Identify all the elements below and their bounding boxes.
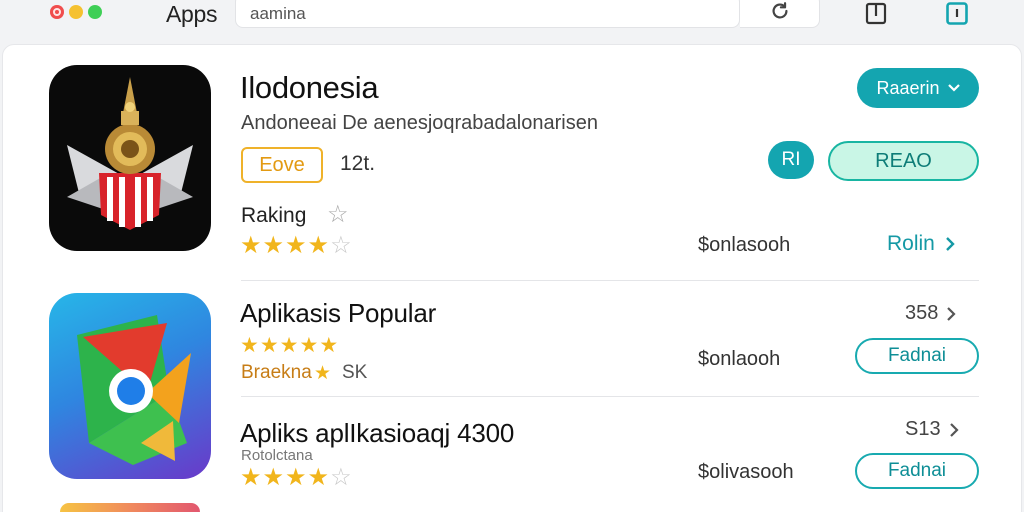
maximize-window-button[interactable] xyxy=(88,5,102,19)
divider xyxy=(241,280,979,281)
star-icon: ★ xyxy=(240,464,262,491)
section-meta-count: SK xyxy=(342,362,368,383)
category-badge: Eove xyxy=(241,147,323,183)
minimize-window-button[interactable] xyxy=(69,5,83,19)
ranking-label: Raking xyxy=(241,204,307,227)
star-icon: ★ xyxy=(259,334,279,357)
star-icon: ★ xyxy=(319,334,339,357)
app-title: Apps xyxy=(166,1,218,27)
chevron-right-icon xyxy=(946,237,955,251)
section-count-link[interactable]: 358 xyxy=(905,302,956,325)
share-icon[interactable] xyxy=(864,1,888,25)
featured-rating-stars: ★ ★ ★ ★ ☆ xyxy=(240,234,352,258)
featured-price: $onlasooh xyxy=(698,234,791,256)
emblem-icon xyxy=(67,77,193,230)
divider xyxy=(241,396,979,397)
primary-action-button[interactable]: Raaerin xyxy=(857,68,979,108)
refresh-button[interactable] xyxy=(740,0,820,28)
star-icon: ★ xyxy=(279,334,299,357)
star-icon: ★ xyxy=(262,232,285,259)
section-price: $onlaooh xyxy=(698,348,781,370)
star-icon: ★ xyxy=(307,464,330,491)
star-icon: ★ xyxy=(299,334,319,357)
section-rating-stars: ★ ★ ★ ★ ★ xyxy=(240,335,338,356)
browser-app-icon xyxy=(77,315,191,465)
read-button[interactable]: REAO xyxy=(828,141,979,181)
section-price: $olivasooh xyxy=(698,461,794,483)
section-count-link[interactable]: S13 xyxy=(905,418,959,441)
search-input[interactable] xyxy=(235,0,740,28)
star-icon: ★ xyxy=(262,464,285,491)
section-count: 358 xyxy=(905,302,939,324)
star-icon: ★ xyxy=(285,464,307,491)
star-icon: ★ xyxy=(285,232,307,259)
section-title[interactable]: Apliks aplIkasioaqj 4300 xyxy=(240,418,514,449)
section-rating-stars: ★ ★ ★ ★ ☆ xyxy=(240,466,352,490)
star-icon: ★ xyxy=(240,334,259,357)
window-toolbar: Apps xyxy=(0,0,1024,30)
section-meta: Braekna xyxy=(241,362,312,383)
star-icon: ★ xyxy=(240,232,262,259)
round-action-button[interactable]: RI xyxy=(768,141,814,179)
window-controls xyxy=(50,5,102,19)
featured-app-count: 12t. xyxy=(340,152,376,175)
chevron-right-icon xyxy=(947,306,956,321)
section-count: S13 xyxy=(905,418,941,440)
featured-app-subtitle: Andoneeai De aenesjoqrabadalonarisen xyxy=(241,112,598,134)
primary-action-label: Raaerin xyxy=(876,77,940,98)
chevron-right-icon xyxy=(949,422,959,437)
section-title[interactable]: Aplikasis Popular xyxy=(240,298,436,329)
get-button[interactable]: Fadnai xyxy=(855,453,979,489)
next-app-icon[interactable] xyxy=(60,503,200,512)
close-window-button[interactable] xyxy=(50,5,64,19)
star-icon: ☆ xyxy=(330,464,352,491)
featured-app-icon[interactable] xyxy=(49,65,211,251)
more-link[interactable]: Rolin xyxy=(887,232,955,256)
star-icon: ★ xyxy=(307,232,330,259)
refresh-icon xyxy=(772,2,788,19)
sidebar-toggle-icon[interactable] xyxy=(945,1,969,25)
more-link-label: Rolin xyxy=(887,232,935,255)
section-meta: Rotolctana xyxy=(241,447,313,464)
star-icon: ☆ xyxy=(330,232,352,259)
meta-star-icon: ★ xyxy=(314,363,332,384)
featured-app-name[interactable]: Ilodonesia xyxy=(240,70,379,106)
get-button[interactable]: Fadnai xyxy=(855,338,979,374)
ranking-star-icon[interactable]: ☆ xyxy=(327,200,349,229)
chevron-down-icon xyxy=(947,84,960,92)
popular-app-icon[interactable] xyxy=(49,293,211,479)
